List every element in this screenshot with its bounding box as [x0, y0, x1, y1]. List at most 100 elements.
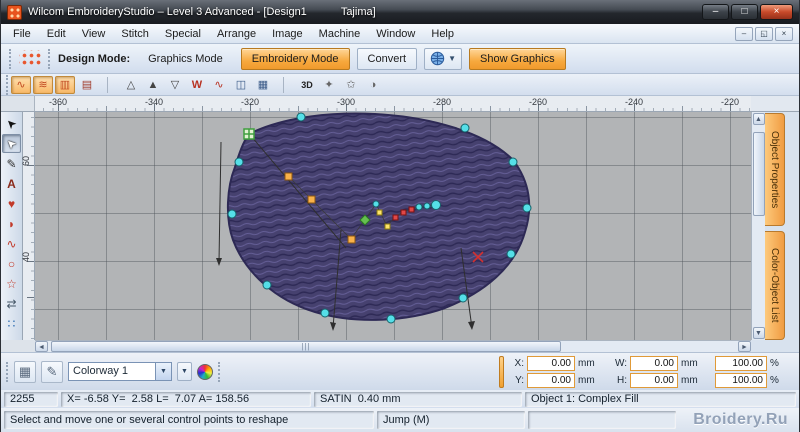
open-shape-tool[interactable]: ∿ — [2, 234, 21, 253]
vertical-scroll-track[interactable] — [752, 126, 765, 326]
mesh-fill-icon[interactable]: ▦ — [253, 76, 273, 94]
input-a-tool-icon[interactable]: △ — [121, 76, 141, 94]
select-tool[interactable]: ➤ — [2, 114, 21, 133]
y-input[interactable]: 0.00 — [527, 372, 575, 388]
effects-icon[interactable]: ✦ — [319, 76, 339, 94]
selected-object-info: Object 1: Complex Fill — [525, 391, 796, 407]
graphics-mode-button[interactable]: Graphics Mode — [137, 48, 234, 70]
scale-x-input[interactable]: 100.00 — [715, 355, 767, 371]
scroll-down-button[interactable]: ▼ — [752, 327, 765, 339]
freehand-tool[interactable]: ✎ — [2, 154, 21, 173]
colorway-options-button[interactable]: ▼ — [177, 362, 192, 381]
menu-item[interactable]: Machine — [311, 26, 369, 42]
embroidery-mode-button[interactable]: Embroidery Mode — [240, 47, 350, 70]
scroll-right-button[interactable]: ► — [738, 341, 751, 352]
maximize-button[interactable]: □ — [731, 4, 758, 20]
menu-item[interactable]: Stitch — [113, 26, 157, 42]
tatami-fill-icon[interactable]: ▤ — [77, 76, 97, 94]
tab-color-object-list[interactable]: Color-Object List — [765, 230, 785, 340]
menu-item[interactable]: Special — [157, 26, 209, 42]
transform-panel-grip[interactable] — [499, 355, 504, 388]
scroll-corner-right — [751, 340, 799, 352]
transform-panel: X: 0.00 mm W: 0.00 mm 100.00 % Y: 0.00 m… — [509, 355, 794, 388]
dropdown-arrow-icon: ▼ — [448, 54, 456, 63]
tool-glyph: ∿ — [6, 236, 17, 251]
toolbar-grip[interactable] — [218, 361, 221, 382]
menu-item[interactable]: Window — [368, 26, 423, 42]
tool-glyph: ✎ — [6, 156, 17, 171]
vertical-scroll-thumb[interactable] — [752, 132, 765, 216]
w-input[interactable]: 0.00 — [630, 355, 678, 371]
design-canvas[interactable] — [35, 112, 751, 340]
scroll-up-button[interactable]: ▲ — [752, 113, 765, 125]
mdi-restore-button[interactable]: ◱ — [755, 26, 773, 41]
tool-glyph: ○ — [7, 256, 16, 271]
scroll-left-button[interactable]: ◄ — [35, 341, 48, 352]
reshape-tool[interactable]: ➤ — [2, 134, 21, 153]
toolbar-icon-glyph: ▦ — [257, 79, 269, 91]
h-input[interactable]: 0.00 — [630, 372, 678, 388]
menu-item[interactable]: Arrange — [209, 26, 264, 42]
toolbar-grip[interactable] — [6, 74, 9, 95]
closed-shape-tool[interactable]: ◗ — [2, 214, 21, 233]
star-shape-icon[interactable]: ✩ — [341, 76, 361, 94]
anchor-handle — [243, 128, 255, 140]
mdi-close-button[interactable]: × — [775, 26, 793, 41]
column-fill-icon[interactable]: ◫ — [231, 76, 251, 94]
show-graphics-button[interactable]: Show Graphics — [469, 47, 566, 70]
colorway-value[interactable]: Colorway 1 — [68, 362, 156, 381]
scale-y-input[interactable]: 100.00 — [715, 372, 767, 388]
embroidery-design[interactable] — [35, 112, 751, 340]
separator[interactable] — [99, 76, 119, 94]
colorway-select[interactable]: Colorway 1 ▼ — [68, 362, 172, 381]
stitch-types-icon[interactable] — [19, 50, 41, 67]
run-stitch-icon[interactable]: ∿ — [11, 75, 31, 94]
close-button[interactable]: × — [760, 4, 793, 20]
menu-item[interactable]: Help — [423, 26, 462, 42]
ruler-filler — [751, 96, 799, 111]
fill-shape-tool[interactable]: ♥ — [2, 194, 21, 213]
3d-mode-icon[interactable]: 3D — [297, 76, 317, 94]
x-input[interactable]: 0.00 — [527, 355, 575, 371]
ruler-tick: 60 — [21, 155, 32, 167]
zigzag-stitch-icon[interactable]: ≋ — [33, 75, 53, 94]
minimize-button[interactable]: – — [702, 4, 729, 20]
vertical-scrollbar[interactable]: ▲ ▼ — [751, 112, 765, 340]
toolbar-grip[interactable] — [48, 48, 51, 69]
menu-item[interactable]: File — [5, 26, 39, 42]
toolbar-icon-glyph: ▲ — [147, 78, 159, 91]
wave-effect-icon[interactable]: ∿ — [209, 76, 229, 94]
lettering-tool[interactable]: A — [2, 174, 21, 193]
node-edit-tool[interactable]: ∷ — [2, 314, 21, 333]
toolbar-grip[interactable] — [9, 48, 12, 69]
separator[interactable] — [275, 76, 295, 94]
ruler-tick: -320 — [240, 97, 260, 107]
mirror-tool[interactable]: ⇄ — [2, 294, 21, 313]
menu-item[interactable]: View — [74, 26, 114, 42]
tool-glyph: ➤ — [2, 114, 21, 133]
contrast-icon[interactable]: ◑ — [363, 76, 383, 94]
star-tool[interactable]: ☆ — [2, 274, 21, 293]
input-c-tool-icon[interactable]: ▽ — [165, 76, 185, 94]
dropdown-arrow-icon[interactable]: ▼ — [156, 362, 172, 381]
stitch-type-info: SATIN 0.40 mm — [314, 391, 522, 407]
palette-grid-icon[interactable]: ▦ — [14, 360, 36, 383]
complex-fill-object[interactable] — [226, 112, 531, 321]
horizontal-scroll-track[interactable]: ||| — [48, 341, 738, 352]
mdi-minimize-button[interactable]: – — [735, 26, 753, 41]
horizontal-scrollbar[interactable]: ◄ ||| ► — [35, 340, 751, 352]
input-b-tool-icon[interactable]: ▲ — [143, 76, 163, 94]
convert-button[interactable]: Convert — [356, 47, 418, 70]
satin-stitch-icon[interactable]: ▥ — [55, 75, 75, 94]
horizontal-scroll-thumb[interactable]: ||| — [51, 341, 561, 352]
tool-glyph: ◗ — [7, 216, 16, 231]
menu-item[interactable]: Edit — [39, 26, 74, 42]
lettering-tool-icon[interactable]: W — [187, 76, 207, 94]
hoop-globe-button[interactable]: ▼ — [424, 47, 462, 70]
palette-edit-icon[interactable]: ✎ — [41, 360, 63, 383]
color-wheel-icon[interactable] — [197, 363, 213, 380]
menu-item[interactable]: Image — [264, 26, 311, 42]
tab-object-properties[interactable]: Object Properties — [765, 113, 785, 226]
toolbar-grip[interactable] — [6, 361, 9, 382]
ellipse-tool[interactable]: ○ — [2, 254, 21, 273]
